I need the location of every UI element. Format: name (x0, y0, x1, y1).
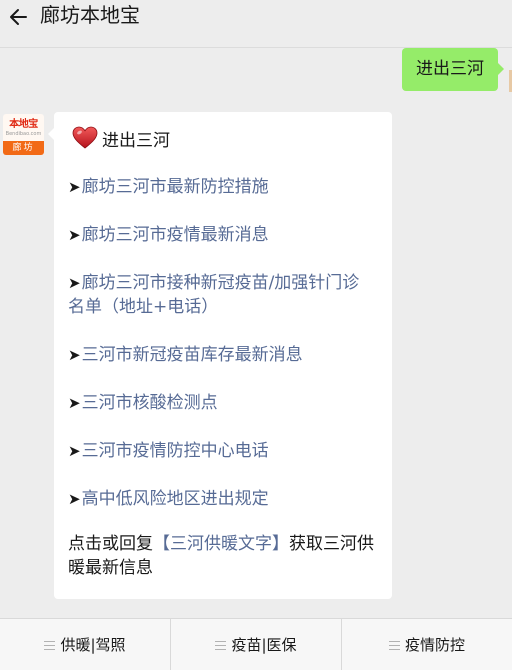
menu-lines-icon (388, 641, 400, 650)
menu-lines-icon (215, 641, 227, 650)
link-item-risk-area-rules[interactable]: ➤高中低风险地区进出规定 (68, 487, 380, 511)
chat-area: 进出三河 本地宝 Bendibao.com 廊坊 进出三河 ➤廊坊三河市最新防控… (0, 48, 512, 618)
avatar-brand-text: 本地宝 (9, 119, 38, 130)
link-item-testing-sites[interactable]: ➤三河市核酸检测点 (68, 391, 380, 415)
arrow-icon: ➤ (68, 442, 81, 460)
user-message-bubble: 进出三河 (402, 48, 504, 91)
bot-avatar[interactable]: 本地宝 Bendibao.com 廊坊 (3, 114, 44, 155)
avatar-city-label: 廊坊 (3, 141, 44, 155)
link-item-vaccine-clinics[interactable]: ➤廊坊三河市接种新冠疫苗/加强针门诊名单（地址+电话） (68, 271, 380, 319)
link-label[interactable]: 三河市新冠疫苗库存最新消息 (82, 345, 303, 365)
page-title: 廊坊本地宝 (40, 3, 140, 27)
link-label[interactable]: 三河市核酸检测点 (82, 393, 218, 413)
link-item-vaccine-stock[interactable]: ➤三河市新冠疫苗库存最新消息 (68, 343, 380, 367)
reply-hint-prefix: 点击或回复 (68, 534, 153, 554)
menu-label: 疫情防控 (404, 636, 465, 654)
link-item-prevention-measures[interactable]: ➤廊坊三河市最新防控措施 (68, 175, 380, 199)
menu-label: 供暖|驾照 (60, 636, 126, 654)
heart-icon (72, 126, 98, 149)
link-list: ➤廊坊三河市最新防控措施 ➤廊坊三河市疫情最新消息 ➤廊坊三河市接种新冠疫苗/加… (68, 175, 380, 511)
menu-epidemic-control[interactable]: 疫情防控 (341, 619, 512, 670)
header-bar: 廊坊本地宝 (0, 0, 512, 48)
menu-heating-license[interactable]: 供暖|驾照 (0, 619, 170, 670)
reply-keyword-link[interactable]: 【三河供暖文字】 (153, 534, 289, 554)
link-label[interactable]: 三河市疫情防控中心电话 (82, 441, 269, 461)
bubble-header: 进出三河 (72, 124, 380, 152)
link-label[interactable]: 廊坊三河市最新防控措施 (82, 177, 269, 197)
link-label[interactable]: 廊坊三河市接种新冠疫苗/加强针门诊名单（地址+电话） (68, 273, 359, 317)
back-arrow-icon[interactable] (6, 4, 32, 30)
arrow-icon: ➤ (68, 274, 81, 292)
bubble-title: 进出三河 (102, 130, 170, 151)
arrow-icon: ➤ (68, 226, 81, 244)
arrow-icon: ➤ (68, 346, 81, 364)
menu-label: 疫苗|医保 (231, 636, 297, 654)
reply-hint: 点击或回复【三河供暖文字】获取三河供暖最新信息 (68, 532, 380, 580)
avatar-url-text: Bendibao.com (5, 131, 42, 137)
arrow-icon: ➤ (68, 490, 81, 508)
bot-message-bubble: 进出三河 ➤廊坊三河市最新防控措施 ➤廊坊三河市疫情最新消息 ➤廊坊三河市接种新… (48, 112, 392, 599)
bottom-menu-bar: 供暖|驾照 疫苗|医保 疫情防控 (0, 618, 512, 670)
menu-vaccine-insurance[interactable]: 疫苗|医保 (170, 619, 341, 670)
arrow-icon: ➤ (68, 178, 81, 196)
link-item-control-center-phone[interactable]: ➤三河市疫情防控中心电话 (68, 439, 380, 463)
link-item-epidemic-news[interactable]: ➤廊坊三河市疫情最新消息 (68, 223, 380, 247)
arrow-icon: ➤ (68, 394, 81, 412)
menu-lines-icon (44, 641, 56, 650)
link-label[interactable]: 高中低风险地区进出规定 (82, 489, 269, 509)
link-label[interactable]: 廊坊三河市疫情最新消息 (82, 225, 269, 245)
